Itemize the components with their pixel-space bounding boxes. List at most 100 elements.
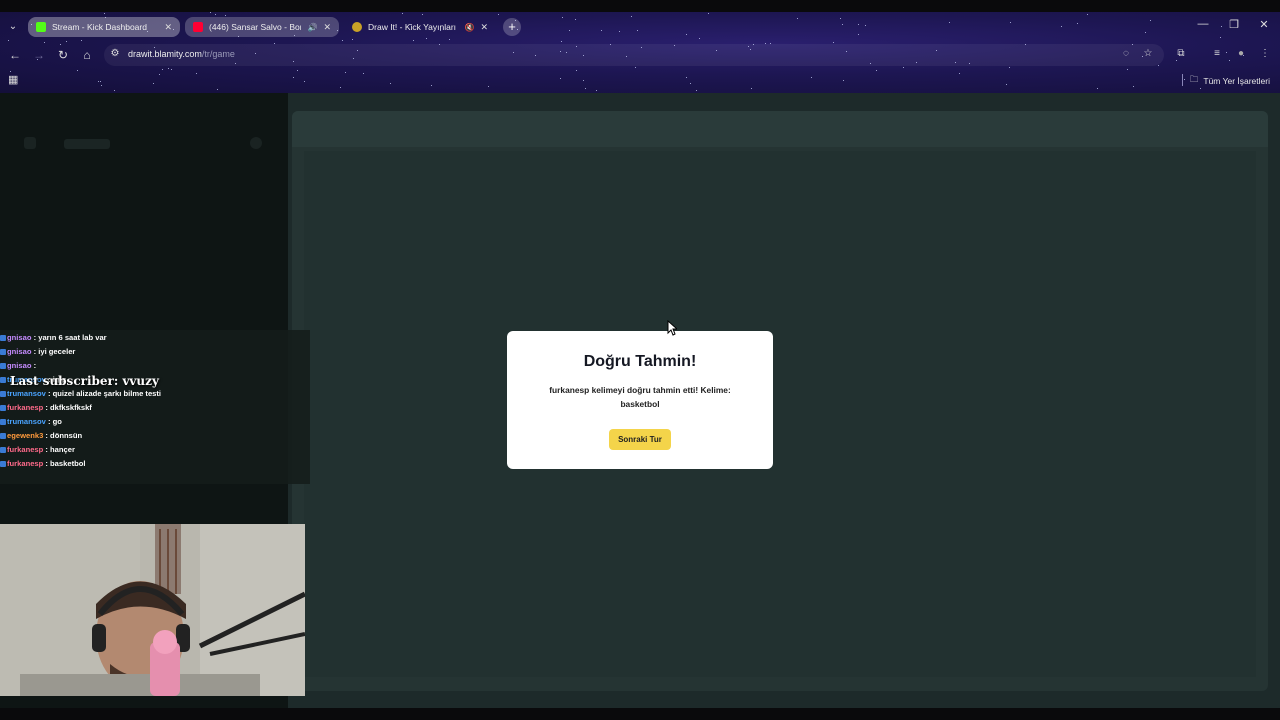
- star: [1009, 67, 1010, 68]
- webcam-feed: [0, 524, 305, 696]
- next-round-button[interactable]: Sonraki Tur: [609, 429, 671, 450]
- site-info-icon[interactable]: ⚙: [108, 48, 122, 59]
- minimize-icon[interactable]: —: [1193, 18, 1213, 30]
- chat-username[interactable]: egewenk3: [7, 431, 43, 440]
- tab-title: Stream - Kick Dashboard: [52, 22, 147, 32]
- modal-title: Doğru Tahmin!: [583, 353, 697, 370]
- chat-badge-icon: [0, 447, 6, 453]
- reload-icon[interactable]: ↻: [55, 47, 71, 63]
- chat-username[interactable]: trumansov: [7, 417, 46, 426]
- game-toolbar: [292, 111, 1268, 147]
- tracking-blocked-icon[interactable]: ◌: [1119, 48, 1133, 59]
- profile-avatar-icon[interactable]: ●: [1234, 48, 1248, 59]
- close-tab-icon[interactable]: ✕: [323, 22, 331, 33]
- chat-text: : dkfkskfkskf: [43, 403, 92, 412]
- chat-message: furkanesp : dkfkskfkskf: [0, 403, 92, 412]
- forward-icon[interactable]: →: [31, 47, 47, 63]
- chat-username[interactable]: gnisao: [7, 347, 31, 356]
- tab-draw-it[interactable]: Draw It! - Kick Yayınları İçin 🔇 ✕: [344, 17, 496, 37]
- url-path: /tr/game: [201, 49, 235, 59]
- extensions-icon[interactable]: ⧉: [1174, 48, 1188, 59]
- chat-badge-icon: [0, 461, 6, 467]
- star: [903, 67, 904, 68]
- chat-badge-icon: [0, 335, 6, 341]
- chat-badge-icon: [0, 377, 6, 383]
- folder-icon: 🗀: [1189, 74, 1199, 84]
- chat-text: : iyi geceler: [31, 347, 76, 356]
- address-bar[interactable]: [104, 44, 1164, 66]
- drawing-canvas[interactable]: [304, 151, 1256, 677]
- webcam-image: [0, 524, 305, 696]
- star: [168, 68, 169, 69]
- sidebar-toggle-icon[interactable]: [250, 137, 262, 149]
- chat-username[interactable]: furkanesp: [7, 459, 43, 468]
- chat-text: : quizel alizade şarkı bilme testi: [45, 389, 162, 398]
- chat-message: gnisao : iyi geceler: [0, 347, 75, 356]
- chat-text: : hançer: [43, 445, 75, 454]
- chat-badge-icon: [0, 391, 6, 397]
- browser-chrome: ⌄ Stream - Kick Dashboard ✕ (446) Sansar…: [0, 12, 1280, 93]
- bookmarks-divider: [1182, 74, 1183, 86]
- chat-badge-icon: [0, 419, 6, 425]
- bookmarks-bar: ▦ 🗀 Tüm Yer İşaretleri: [0, 70, 1280, 92]
- url-text[interactable]: drawit.blamity.com/tr/game: [128, 49, 235, 59]
- chat-username[interactable]: furkanesp: [7, 445, 43, 454]
- chat-text: :: [31, 361, 37, 370]
- sidebar-logo-icon: [24, 137, 36, 149]
- chat-message: trumansov : go: [0, 417, 62, 426]
- tab-title: Draw It! - Kick Yayınları İçin: [368, 22, 458, 32]
- url-host: drawit.blamity.com: [128, 49, 202, 59]
- tab-search-icon[interactable]: ⌄: [6, 20, 20, 34]
- top-black-bar: [0, 0, 1280, 12]
- tab-kick-dashboard[interactable]: Stream - Kick Dashboard ✕: [28, 17, 180, 37]
- chat-message: egewenk3 : dönnsün: [0, 431, 82, 440]
- all-bookmarks-button[interactable]: 🗀 Tüm Yer İşaretleri: [1190, 74, 1270, 88]
- game-panel: [292, 111, 1268, 691]
- chat-text: : go: [45, 417, 62, 426]
- close-window-icon[interactable]: ✕: [1254, 18, 1274, 31]
- chat-badge-icon: [0, 405, 6, 411]
- audio-playing-icon[interactable]: 🔊: [307, 23, 317, 32]
- tab-strip: ⌄ Stream - Kick Dashboard ✕ (446) Sansar…: [0, 12, 1280, 42]
- chat-username[interactable]: trumansov: [7, 389, 46, 398]
- muted-icon[interactable]: 🔇: [464, 23, 474, 32]
- youtube-favicon-icon: [193, 22, 203, 32]
- chat-message: gnisao :: [0, 361, 36, 370]
- back-icon[interactable]: ←: [7, 47, 23, 63]
- star: [635, 67, 636, 68]
- restore-icon[interactable]: ❐: [1224, 18, 1244, 31]
- reading-list-icon[interactable]: ≡: [1210, 48, 1224, 59]
- last-subscriber-text: Last subscriber: vvuzy: [10, 374, 159, 388]
- chat-text: : yarın 6 saat lab var: [31, 333, 107, 342]
- chat-message: gnisao : yarın 6 saat lab var: [0, 333, 107, 342]
- apps-grid-icon[interactable]: ▦: [8, 73, 18, 86]
- chat-username[interactable]: furkanesp: [7, 403, 43, 412]
- correct-guess-modal: Doğru Tahmin! furkanesp kelimeyi doğru t…: [507, 331, 773, 469]
- bookmark-star-icon[interactable]: ☆: [1141, 48, 1155, 59]
- chat-text: : basketbol: [43, 459, 86, 468]
- all-bookmarks-label: Tüm Yer İşaretleri: [1203, 76, 1270, 86]
- mouse-cursor-icon: [667, 320, 677, 336]
- menu-kebab-icon[interactable]: ⋮: [1258, 48, 1272, 59]
- tab-title: (446) Sansar Salvo - Bomba: [209, 22, 301, 32]
- new-tab-button[interactable]: +: [503, 18, 521, 36]
- chat-text: : dönnsün: [43, 431, 83, 440]
- close-tab-icon[interactable]: ✕: [480, 22, 488, 33]
- chat-message: trumansov : quizel alizade şarkı bilme t…: [0, 389, 161, 398]
- chat-message: furkanesp : hançer: [0, 445, 75, 454]
- chat-message: furkanesp : basketbol: [0, 459, 86, 468]
- chat-username[interactable]: gnisao: [7, 361, 31, 370]
- tab-youtube[interactable]: (446) Sansar Salvo - Bomba 🔊 ✕: [185, 17, 339, 37]
- kick-favicon-icon: [36, 22, 46, 32]
- draw-it-favicon-icon: [352, 22, 362, 32]
- home-icon[interactable]: ⌂: [79, 47, 95, 63]
- chat-badge-icon: [0, 433, 6, 439]
- chat-badge-icon: [0, 349, 6, 355]
- modal-message: furkanesp kelimeyi doğru tahmin etti! Ke…: [549, 385, 731, 409]
- chat-username[interactable]: gnisao: [7, 333, 31, 342]
- close-tab-icon[interactable]: ✕: [164, 22, 172, 33]
- chat-badge-icon: [0, 363, 6, 369]
- bottom-black-bar: [0, 708, 1280, 720]
- address-row: ← → ↻ ⌂ ⚙ drawit.blamity.com/tr/game ◌ ☆…: [0, 43, 1280, 67]
- sidebar-title: [64, 139, 110, 149]
